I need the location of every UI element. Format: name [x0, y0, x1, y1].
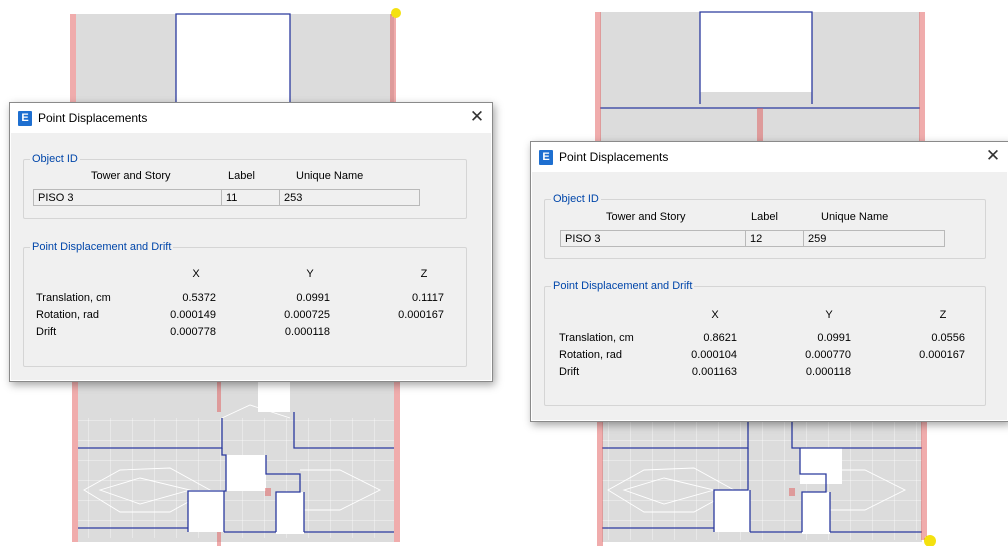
- dialog-client: Object ID Tower and Story Label Unique N…: [11, 133, 491, 380]
- close-icon[interactable]: ✕: [462, 103, 492, 133]
- rotation-z-value: 0.000167: [398, 309, 444, 321]
- row-label-translation: Translation, cm: [36, 292, 111, 304]
- slab-opening: [714, 490, 750, 532]
- slab-opening: [188, 490, 224, 532]
- header-tower-story: Tower and Story: [91, 170, 171, 182]
- rotation-x-value: 0.000104: [691, 349, 737, 361]
- slab-panel: [290, 14, 394, 104]
- drift-y-value: 0.000118: [284, 326, 330, 338]
- rotation-x-value: 0.000149: [170, 309, 216, 321]
- displacement-drift-group: Point Displacement and Drift X Y Z Trans…: [23, 241, 467, 367]
- row-label-drift: Drift: [559, 366, 580, 378]
- drift-x-value: 0.001163: [691, 366, 737, 378]
- translation-x-value: 0.5372: [182, 292, 216, 304]
- etabs-app-icon: E: [539, 149, 553, 165]
- drift-x-value: 0.000778: [170, 326, 216, 338]
- translation-z-value: 0.0556: [931, 332, 965, 344]
- object-id-group: Object ID Tower and Story Label Unique N…: [23, 153, 467, 219]
- slab-panel: [812, 12, 920, 142]
- slab-panel: [700, 92, 812, 142]
- column-header-x: X: [192, 268, 200, 280]
- group-legend: Point Displacement and Drift: [30, 241, 174, 254]
- slab-opening: [800, 448, 842, 484]
- tower-story-field: PISO 3: [33, 189, 222, 206]
- point-displacements-dialog: E Point Displacements ✕ Object ID Tower …: [530, 141, 1008, 422]
- header-label: Label: [751, 211, 778, 223]
- label-field: 12: [745, 230, 804, 247]
- column-header-y: Y: [306, 268, 314, 280]
- point-displacements-dialog: E Point Displacements ✕ Object ID Tower …: [9, 102, 493, 382]
- rotation-y-value: 0.000725: [284, 309, 330, 321]
- column-header-x: X: [711, 309, 719, 321]
- dialog-title: Point Displacements: [38, 111, 148, 125]
- tower-story-field: PISO 3: [560, 230, 746, 247]
- etabs-app-icon: E: [18, 110, 32, 126]
- group-legend: Point Displacement and Drift: [551, 280, 695, 293]
- row-label-translation: Translation, cm: [559, 332, 634, 344]
- header-tower-story: Tower and Story: [606, 211, 686, 223]
- column-header-z: Z: [939, 309, 947, 321]
- header-unique-name: Unique Name: [821, 211, 889, 223]
- unique-name-field: 259: [803, 230, 945, 247]
- displacement-drift-group: Point Displacement and Drift X Y Z Trans…: [544, 280, 986, 406]
- row-label-drift: Drift: [36, 326, 57, 338]
- rotation-z-value: 0.000167: [919, 349, 965, 361]
- translation-x-value: 0.8621: [703, 332, 737, 344]
- rotation-y-value: 0.000770: [805, 349, 851, 361]
- slab-panel: [600, 12, 700, 142]
- label-field: 11: [221, 189, 280, 206]
- slab-panel: [76, 14, 176, 104]
- translation-y-value: 0.0991: [817, 332, 851, 344]
- dialog-titlebar[interactable]: E Point Displacements ✕: [10, 103, 492, 133]
- slab-opening: [258, 382, 290, 412]
- header-unique-name: Unique Name: [296, 170, 364, 182]
- column-header-z: Z: [420, 268, 428, 280]
- header-label: Label: [228, 170, 255, 182]
- unique-name-field: 253: [279, 189, 420, 206]
- slab-opening: [276, 492, 304, 534]
- slab-opening: [226, 455, 266, 491]
- translation-y-value: 0.0991: [296, 292, 330, 304]
- drift-y-value: 0.000118: [805, 366, 851, 378]
- dialog-client: Object ID Tower and Story Label Unique N…: [532, 172, 1007, 420]
- slab-opening: [802, 492, 830, 534]
- dialog-title: Point Displacements: [559, 150, 669, 164]
- group-legend: Object ID: [551, 193, 601, 206]
- column-header-y: Y: [825, 309, 833, 321]
- close-icon[interactable]: ✕: [978, 142, 1008, 172]
- selected-point-marker[interactable]: [391, 8, 401, 18]
- row-label-rotation: Rotation, rad: [36, 309, 99, 321]
- group-legend: Object ID: [30, 153, 80, 166]
- translation-z-value: 0.1117: [411, 292, 444, 304]
- object-id-group: Object ID Tower and Story Label Unique N…: [544, 193, 986, 259]
- slab-mesh: [602, 420, 922, 540]
- beam-line: [175, 13, 291, 104]
- row-label-rotation: Rotation, rad: [559, 349, 622, 361]
- dialog-titlebar[interactable]: E Point Displacements ✕: [531, 142, 1008, 172]
